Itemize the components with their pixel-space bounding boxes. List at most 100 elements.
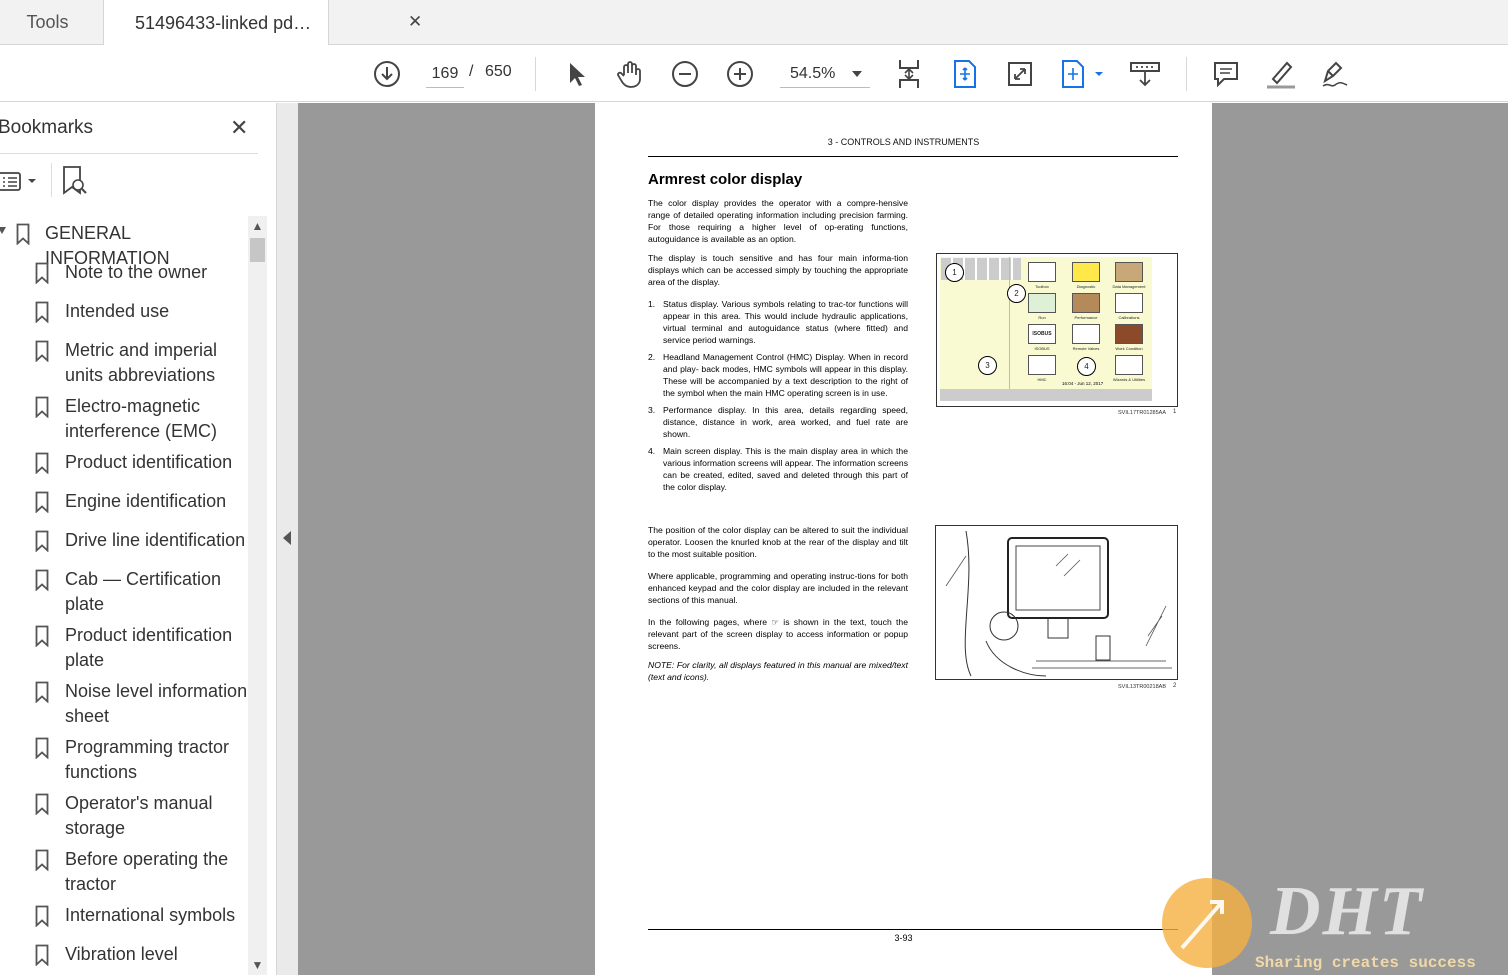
watermark: DHT Sharing creates success [1160, 873, 1508, 975]
bookmark-icon [35, 793, 49, 815]
pdf-page: 3 - CONTROLS AND INSTRUMENTS Armrest col… [595, 103, 1212, 975]
page-total: 650 [485, 63, 512, 80]
toolbar-divider [535, 57, 536, 91]
bookmark-icon [35, 262, 49, 284]
sign-icon[interactable] [1318, 45, 1352, 102]
divider [1009, 257, 1010, 389]
zoom-value: 54.5% [790, 64, 836, 82]
status-text: 16:04 - Jun 12, 2017 [1062, 381, 1104, 386]
bookmarks-title: Bookmarks [0, 117, 94, 138]
bookmark-label: Engine identification [65, 491, 227, 511]
tab-document-label: 51496433-linked pd… [135, 12, 312, 33]
divider [0, 153, 258, 154]
scrollbar-thumb[interactable] [250, 238, 265, 262]
list-item: 1. Status display. Various symbols relati… [648, 299, 908, 345]
page-header: 3 - CONTROLS AND INSTRUMENTS [827, 137, 980, 147]
tile-label: Data Management [1112, 284, 1146, 289]
bookmark-label: International symbols [65, 905, 236, 925]
panel-splitter[interactable] [276, 103, 298, 975]
document-viewer[interactable]: 3 - CONTROLS AND INSTRUMENTS Armrest col… [298, 103, 1508, 975]
watermark-logo: DHT [1270, 873, 1424, 950]
scroll-up-icon[interactable]: ▲ [248, 216, 267, 236]
toolbar-divider [1186, 57, 1187, 91]
bookmarks-panel: Bookmarks ✕ GENERAL INFORMATION Note to … [0, 103, 276, 975]
hand-tool-icon[interactable] [614, 45, 646, 102]
bookmark-label: Intended use [65, 301, 170, 321]
chevron-down-icon[interactable] [0, 227, 6, 234]
bookmark-icon [35, 301, 49, 323]
bookmark-label: Noise level information sheet [65, 681, 248, 726]
tile-label: Diagnostic [1076, 284, 1096, 289]
tile-label: ISOBUS [1034, 346, 1050, 351]
scroll-down-icon[interactable]: ▼ [248, 955, 267, 975]
add-bookmark-icon[interactable] [60, 165, 90, 202]
watermark-tagline: Sharing creates success [1255, 954, 1476, 972]
list-item: 4. Main screen display. This is the main … [648, 446, 908, 492]
page-number-input[interactable]: 169 [426, 60, 464, 88]
bookmark-icon [16, 223, 30, 245]
highlight-icon[interactable] [1264, 45, 1298, 102]
comment-icon[interactable] [1211, 45, 1241, 102]
tab-bar: Tools 51496433-linked pd… ✕ [0, 0, 1508, 46]
paragraph: The display is touch sensitive and has f… [648, 253, 908, 287]
tile-hmc [1028, 355, 1056, 375]
tile-label: Wizards & Utilities [1112, 377, 1146, 382]
bookmark-options-icon[interactable] [0, 167, 40, 200]
bookmark-icon [35, 340, 49, 362]
tile-label: Calibrations [1118, 315, 1140, 320]
bookmark-label: Vibration level [65, 944, 178, 964]
figure-number: 1 [1173, 409, 1177, 415]
bookmark-label: Drive line identification [65, 530, 246, 550]
collapse-panel-icon[interactable] [283, 531, 291, 545]
close-icon[interactable]: ✕ [230, 115, 248, 141]
cab-display-illustration [945, 530, 1172, 677]
status-bar [940, 389, 1152, 401]
select-cursor-icon[interactable] [562, 45, 590, 102]
tile-label: Performance [1074, 315, 1098, 320]
tile-isobus: ISOBUS [1028, 324, 1056, 344]
bookmarks-scrollbar[interactable]: ▲ ▼ [248, 216, 267, 975]
tab-close-icon[interactable]: ✕ [408, 12, 422, 32]
bookmark-label: Programming tractor functions [65, 737, 230, 782]
scroll-mode-icon[interactable] [894, 45, 924, 102]
download-icon[interactable] [372, 45, 402, 102]
paragraph: In the following pages, where ☞ is shown… [648, 617, 908, 651]
bookmark-icon [35, 905, 49, 927]
zoom-in-icon[interactable] [725, 45, 755, 102]
bookmark-icon [35, 530, 49, 552]
callout: 4 [1077, 357, 1096, 376]
figure-cab-display [935, 525, 1178, 680]
zoom-select[interactable]: 54.5% [780, 60, 870, 88]
paragraph: Where applicable, programming and operat… [648, 571, 908, 605]
tile-label: Work Condition [1115, 346, 1143, 351]
list-item: 2. Headland Management Control (HMC) Disp… [648, 352, 908, 398]
full-screen-icon[interactable] [1006, 45, 1034, 102]
tile-run [1028, 293, 1056, 313]
tile-remote-valves [1072, 324, 1100, 344]
divider [51, 163, 52, 197]
bookmark-label: Operator's manual storage [65, 793, 213, 838]
callout: 3 [978, 356, 997, 375]
bookmark-label: Product identification plate [65, 625, 233, 670]
tile-label: Toolbox [1035, 284, 1049, 289]
bookmark-icon [35, 396, 49, 418]
page-view-icon[interactable] [1060, 45, 1106, 102]
footer-rule [648, 929, 1178, 930]
fit-page-icon[interactable] [951, 45, 979, 102]
zoom-out-icon[interactable] [670, 45, 700, 102]
figure-display-screen: 16:04 - Jun 12, 2017 1 2 3 4 Toolbox Dia… [936, 253, 1178, 407]
tab-document[interactable]: 51496433-linked pd… ✕ [104, 0, 422, 46]
tile-label: HMC [1037, 377, 1047, 382]
tab-tools[interactable]: Tools [0, 0, 104, 45]
paragraph: The position of the color display can be… [648, 525, 908, 559]
paragraph: The color display provides the operator … [648, 198, 908, 244]
bookmark-icon [35, 452, 49, 474]
tile-work-condition [1115, 324, 1143, 344]
tile-toolbox [1028, 262, 1056, 282]
bookmark-label: Metric and imperial units abbreviations [65, 340, 218, 385]
bookmark-icon [35, 569, 49, 591]
tile-diagnostic [1072, 262, 1100, 282]
read-mode-icon[interactable] [1128, 45, 1162, 102]
bookmark-icon [35, 944, 49, 966]
toolbar: 169 / 650 54.5% [0, 45, 1508, 102]
